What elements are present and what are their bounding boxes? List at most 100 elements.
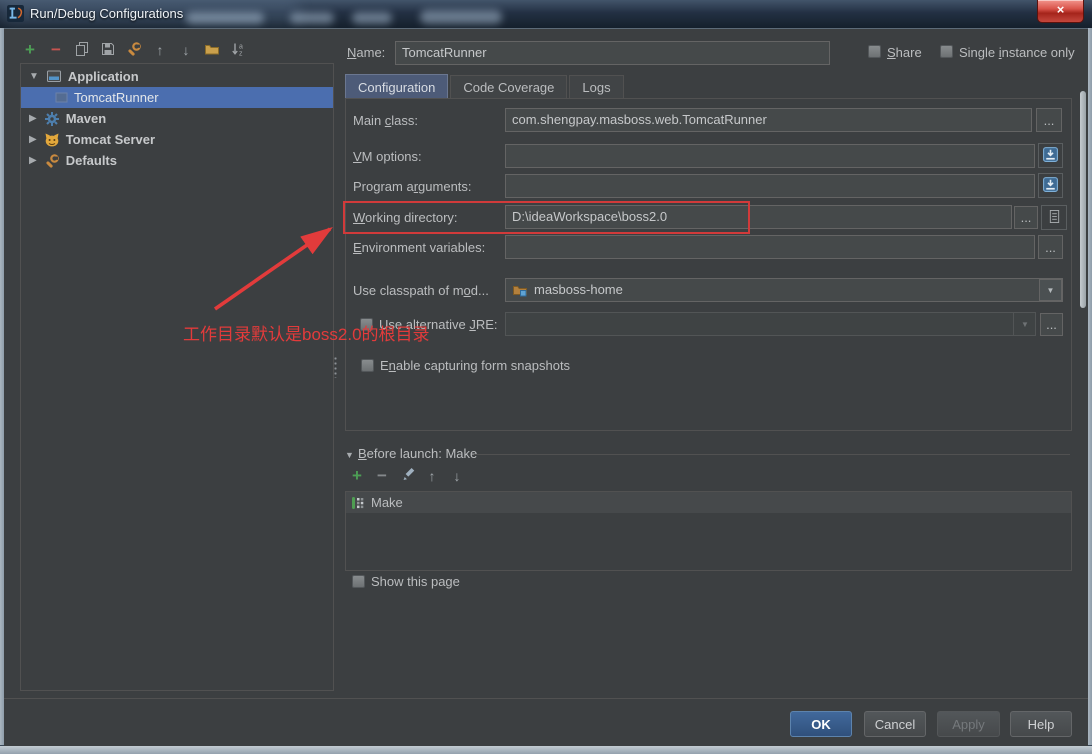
title-bar: Run/Debug Configurations × [0,0,1092,29]
add-configuration-button[interactable]: + [21,40,39,59]
expand-field-icon [1042,146,1059,166]
enable-snapshots-checkbox[interactable] [361,359,374,372]
enable-snapshots-label[interactable]: Enable capturing form snapshots [380,358,570,373]
intellij-logo-icon [7,5,24,27]
sort-configurations-button[interactable]: az [229,41,247,59]
before-launch-toolbar: + − ↑ ↓ [348,466,466,485]
configurations-tree-panel: ▼ Application TomcatRunner ▶ Maven ▶ Tom… [20,63,334,691]
move-down-button[interactable]: ↓ [177,41,195,59]
use-classpath-dropdown-button[interactable]: ▼ [1039,279,1062,301]
before-launch-header: Before launch: Make [358,446,478,461]
background-blur-blob [420,10,502,24]
before-launch-collapse-icon[interactable]: ▼ [345,450,354,460]
help-button[interactable]: Help [1010,711,1072,737]
dropdown-arrow-icon: ▼ [1046,285,1055,295]
name-input[interactable]: TomcatRunner [395,41,830,65]
program-arguments-label: Program arguments: [353,179,472,194]
tab-code-coverage[interactable]: Code Coverage [450,75,568,99]
share-checkbox[interactable] [868,45,881,58]
environment-variables-browse-button[interactable]: ... [1038,235,1063,259]
before-launch-edit-button[interactable] [398,467,416,485]
run-debug-configurations-dialog: + − ↑ ↓ az ▼ Application TomcatRunner ▶ [4,28,1088,746]
cancel-button[interactable]: Cancel [864,711,926,737]
alternative-jre-combobox[interactable] [505,312,1036,336]
before-launch-move-down-button[interactable]: ↓ [448,467,466,485]
working-directory-browse-button[interactable]: ... [1014,206,1038,229]
footer-separator [4,698,1088,699]
window-frame-right [1088,28,1092,754]
close-button[interactable]: × [1037,0,1084,23]
save-configuration-button[interactable] [99,41,117,59]
single-instance-checkbox[interactable] [940,45,953,58]
chevron-right-icon[interactable]: ▶ [29,134,37,145]
tree-item-tomcat-server[interactable]: ▶ Tomcat Server [21,129,333,150]
application-type-icon [46,69,62,84]
tree-item-defaults[interactable]: ▶ Defaults [21,150,333,171]
main-class-input[interactable]: com.shengpay.masboss.web.TomcatRunner [505,108,1032,132]
alternative-jre-browse-button[interactable]: ... [1040,313,1063,336]
tree-item-application[interactable]: ▼ Application [21,66,333,87]
vm-options-expand-button[interactable] [1038,143,1063,168]
tree-item-tomcatrunner-selected[interactable]: TomcatRunner [21,87,333,108]
remove-configuration-button[interactable]: − [47,40,65,59]
minus-icon: − [377,466,387,485]
background-blur-blob [186,12,264,24]
name-label: Name: [347,45,386,60]
working-directory-macro-button[interactable] [1041,205,1067,230]
share-label[interactable]: Share [887,45,922,60]
copy-icon [74,41,90,60]
copy-configuration-button[interactable] [73,41,91,59]
chevron-right-icon[interactable]: ▶ [29,155,37,166]
arrow-down-icon: ↓ [182,42,190,58]
single-instance-label[interactable]: Single instance only [959,45,1075,60]
use-classpath-combobox[interactable]: masboss-home [505,278,1063,302]
vm-options-label: VM options: [353,149,422,164]
tree-item-maven[interactable]: ▶ Maven [21,108,333,129]
create-folder-button[interactable] [203,41,221,59]
svg-text:a: a [239,43,243,50]
configurations-toolbar: + − ↑ ↓ az [21,40,247,59]
main-class-label: Main class: [353,113,419,128]
before-launch-remove-button[interactable]: − [373,466,391,485]
tab-logs[interactable]: Logs [569,75,624,99]
tree-item-label: Maven [65,111,107,126]
background-blur-blob [352,12,392,24]
chevron-right-icon[interactable]: ▶ [29,113,37,124]
window-frame-bottom [0,745,1092,754]
sort-az-icon: az [230,41,246,60]
show-this-page-label[interactable]: Show this page [371,574,460,589]
program-arguments-expand-button[interactable] [1038,173,1063,198]
maven-gear-icon [44,111,60,127]
tab-bar: Configuration Code Coverage Logs [345,74,624,99]
ellipsis-icon: ... [1043,112,1055,128]
alternative-jre-dropdown-button[interactable]: ▼ [1013,313,1036,335]
edit-defaults-button[interactable] [125,41,143,59]
apply-button[interactable]: Apply [937,711,1000,737]
environment-variables-label: Environment variables: [353,240,486,255]
task-list-item-make[interactable]: Make [346,492,1071,513]
tree-item-label: Defaults [65,153,117,168]
wrench-icon [126,41,142,60]
ellipsis-icon: ... [1045,239,1056,255]
vertical-scrollbar-thumb[interactable] [1080,91,1086,308]
before-launch-move-up-button[interactable]: ↑ [423,467,441,485]
show-this-page-checkbox[interactable] [352,575,365,588]
environment-variables-input[interactable] [505,235,1035,259]
vm-options-input[interactable] [505,144,1035,168]
program-arguments-input[interactable] [505,174,1035,198]
use-classpath-label: Use classpath of mod... [353,283,489,298]
chevron-down-icon[interactable]: ▼ [29,71,39,82]
main-class-browse-button[interactable]: ... [1036,108,1062,132]
tab-configuration[interactable]: Configuration [345,74,449,99]
arrow-up-icon: ↑ [428,468,436,484]
run-configuration-icon [55,92,68,103]
window-title: Run/Debug Configurations [30,6,184,21]
move-up-button[interactable]: ↑ [151,41,169,59]
before-launch-add-button[interactable]: + [348,466,366,485]
ok-button[interactable]: OK [790,711,852,737]
close-icon: × [1056,2,1065,17]
splitter-handle[interactable] [333,356,338,378]
ellipsis-icon: ... [1020,210,1032,225]
document-list-icon [1048,209,1061,227]
dropdown-arrow-icon: ▼ [1021,319,1029,329]
